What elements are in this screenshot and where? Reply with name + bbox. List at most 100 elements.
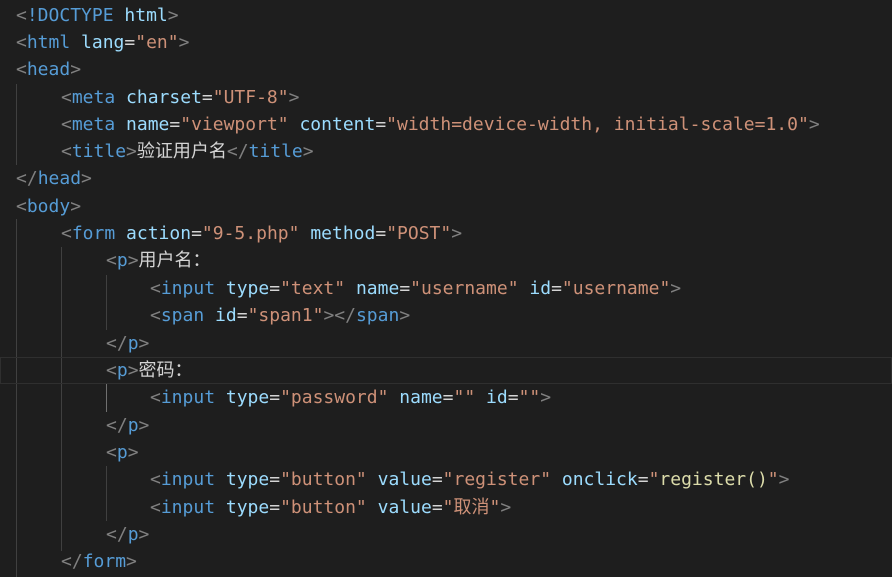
tag-name: span — [160, 305, 205, 326]
punctuation: > — [127, 442, 139, 463]
code-line[interactable]: <body> — [0, 193, 892, 220]
punctuation: = — [269, 469, 281, 490]
code-line[interactable]: <meta charset="UTF-8"> — [0, 84, 892, 111]
punctuation: < — [150, 469, 161, 490]
punctuation: </ — [334, 305, 356, 326]
attribute-value: "button" — [280, 469, 367, 490]
tag-name: p — [116, 442, 128, 463]
punctuation: = — [191, 223, 202, 244]
punctuation: </ — [106, 524, 128, 545]
code-line[interactable]: </p> — [0, 521, 892, 548]
punctuation: </ — [61, 551, 83, 572]
punctuation: < — [150, 305, 161, 326]
punctuation: = — [399, 278, 411, 299]
attribute-value: "width=device-width, initial-scale=1.0" — [386, 114, 809, 135]
tag-name: form — [82, 551, 127, 572]
code-line[interactable]: <input type="password" name="" id=""> — [0, 384, 892, 411]
punctuation: < — [61, 223, 72, 244]
text-content: 验证用户名 — [136, 141, 227, 162]
punctuation: < — [150, 497, 161, 518]
code-line[interactable]: <html lang="en"> — [0, 29, 892, 56]
punctuation: < — [16, 196, 27, 217]
attribute-name: content — [299, 114, 376, 135]
punctuation: < — [150, 387, 161, 408]
tag-name: input — [160, 387, 216, 408]
tag-name: form — [71, 223, 116, 244]
attribute-name: type — [225, 497, 270, 518]
punctuation: > — [126, 141, 137, 162]
tag-name: input — [160, 497, 216, 518]
text-content: 用户名： — [138, 250, 211, 271]
punctuation: > — [178, 32, 190, 53]
punctuation: = — [201, 87, 213, 108]
punctuation: = — [169, 114, 181, 135]
code-line-current[interactable]: <p>密码： — [0, 357, 892, 384]
attribute-name: id — [215, 305, 237, 326]
attribute-value: "button" — [280, 497, 367, 518]
tag-name: meta — [71, 87, 116, 108]
punctuation: < — [16, 5, 27, 26]
attribute-name: lang — [81, 32, 125, 53]
tag-name: p — [127, 524, 139, 545]
function-call: register() — [659, 469, 768, 490]
code-line[interactable]: <head> — [0, 56, 892, 83]
punctuation: > — [126, 551, 137, 572]
punctuation: </ — [226, 141, 249, 162]
punctuation: > — [127, 360, 139, 381]
code-line[interactable]: <p> — [0, 439, 892, 466]
punctuation: > — [302, 141, 314, 162]
punctuation: > — [808, 114, 820, 135]
tag-name: p — [127, 415, 139, 436]
code-line[interactable]: <input type="button" value="取消"> — [0, 494, 892, 521]
punctuation: > — [81, 168, 92, 189]
punctuation: = — [507, 387, 519, 408]
code-line[interactable]: <!DOCTYPE html> — [0, 2, 892, 29]
attribute-value: "UTF-8" — [212, 87, 289, 108]
punctuation: > — [399, 305, 411, 326]
code-line[interactable]: </form> — [0, 548, 892, 575]
attribute-name: action — [126, 223, 192, 244]
attribute-name: id — [529, 278, 552, 299]
code-line[interactable]: <span id="span1"></span> — [0, 302, 892, 329]
attribute-value: "9-5.php" — [201, 223, 300, 244]
punctuation: = — [551, 278, 562, 299]
code-line[interactable]: <input type="text" name="username" id="u… — [0, 275, 892, 302]
code-line[interactable]: <p>用户名： — [0, 247, 892, 274]
punctuation: = — [269, 497, 281, 518]
punctuation: = — [269, 278, 281, 299]
tag-name: span — [355, 305, 400, 326]
code-editor[interactable]: <!DOCTYPE html> <html lang="en"> <head> … — [0, 0, 892, 577]
punctuation: = — [236, 305, 248, 326]
attribute-value: "username" — [410, 278, 519, 299]
attribute-value: "register" — [442, 469, 552, 490]
tag-name: head — [37, 168, 82, 189]
punctuation: > — [70, 196, 82, 217]
code-line[interactable]: </p> — [0, 330, 892, 357]
code-line[interactable]: <input type="button" value="register" on… — [0, 466, 892, 493]
tag-name: p — [116, 360, 128, 381]
attribute-name: charset — [126, 87, 202, 108]
attribute-value: "username" — [561, 278, 671, 299]
code-line[interactable]: </head> — [0, 165, 892, 192]
punctuation: = — [124, 32, 136, 53]
punctuation: > — [670, 278, 682, 299]
code-line[interactable]: <form action="9-5.php" method="POST"> — [0, 220, 892, 247]
tag-name: meta — [71, 114, 116, 135]
tag-name: p — [127, 333, 139, 354]
attribute-value: "POST" — [386, 223, 452, 244]
punctuation: < — [61, 114, 72, 135]
code-line[interactable]: <meta name="viewport" content="width=dev… — [0, 111, 892, 138]
attribute-value: "" — [453, 387, 476, 408]
punctuation: < — [61, 87, 72, 108]
punctuation: < — [150, 278, 161, 299]
tag-name: html — [26, 32, 71, 53]
code-line[interactable]: <title>验证用户名</title> — [0, 138, 892, 165]
attribute-name: id — [486, 387, 508, 408]
attribute-value: "" — [518, 387, 541, 408]
attribute-name: onclick — [561, 469, 638, 490]
punctuation: > — [138, 524, 150, 545]
punctuation: </ — [16, 168, 38, 189]
attribute-value: "password" — [280, 387, 389, 408]
attribute-name: type — [225, 278, 270, 299]
code-line[interactable]: </p> — [0, 412, 892, 439]
